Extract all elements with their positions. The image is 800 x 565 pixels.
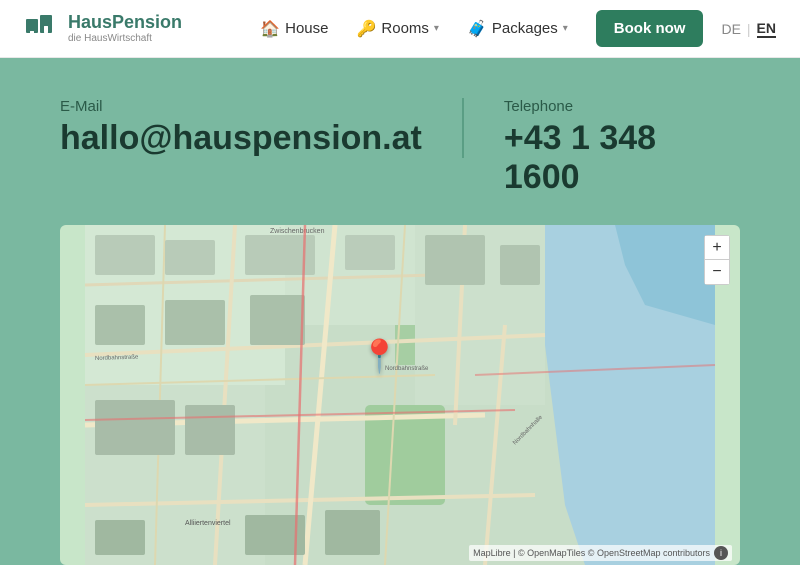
map-pin: 📍 [360,337,400,375]
lang-de-button[interactable]: DE [721,21,740,37]
nav-house-label: House [285,20,328,37]
zoom-out-button[interactable]: − [705,260,729,284]
logo-icon [24,11,60,47]
svg-text:Zwischenbrucken: Zwischenbrucken [270,228,325,235]
logo-text: HausPension die HausWirtschaft [68,13,182,44]
email-link[interactable]: hallo@hauspension.at [60,119,422,158]
nav-rooms[interactable]: 🔑 Rooms ▾ [344,11,450,47]
logo[interactable]: HausPension die HausWirtschaft [24,11,182,47]
main-content: E-Mail hallo@hauspension.at Telephone +4… [0,58,800,565]
nav-house[interactable]: 🏠 House [248,11,340,47]
lang-divider: | [747,21,751,37]
phone-block: Telephone +43 1 348 1600 [464,98,740,197]
navbar: HausPension die HausWirtschaft 🏠 House 🔑… [0,0,800,58]
key-icon: 🔑 [356,19,376,39]
map-zoom-controls: + − [704,235,730,285]
nav-links: 🏠 House 🔑 Rooms ▾ 🧳 Packages ▾ Book now … [248,10,776,47]
zoom-in-button[interactable]: + [705,236,729,260]
house-icon: 🏠 [260,19,280,39]
nav-packages[interactable]: 🧳 Packages ▾ [455,11,580,47]
map-svg: Zwischenbrucken Nordbahnstraße Nordbahns… [60,225,740,565]
logo-main: HausPension [68,13,182,33]
email-block: E-Mail hallo@hauspension.at [60,98,464,158]
book-now-button[interactable]: Book now [596,10,704,47]
rooms-chevron-icon: ▾ [434,23,439,34]
logo-sub: die HausWirtschaft [68,33,182,44]
phone-link[interactable]: +43 1 348 1600 [504,119,740,197]
svg-text:Alliiertenviertel: Alliiertenviertel [185,520,231,527]
map-attribution: MapLibre | © OpenMapTiles © OpenStreetMa… [469,545,732,561]
suitcase-icon: 🧳 [467,19,487,39]
lang-en-button[interactable]: EN [757,20,776,38]
packages-chevron-icon: ▾ [563,23,568,34]
phone-label: Telephone [504,98,740,115]
attribution-text: MapLibre | © OpenMapTiles © OpenStreetMa… [473,548,710,558]
contact-section: E-Mail hallo@hauspension.at Telephone +4… [60,98,740,197]
map-info-button[interactable]: i [714,546,728,560]
map-container[interactable]: Zwischenbrucken Nordbahnstraße Nordbahns… [60,225,740,565]
language-switcher: DE | EN [721,20,776,38]
email-label: E-Mail [60,98,422,115]
nav-packages-label: Packages [492,20,558,37]
nav-rooms-label: Rooms [381,20,429,37]
